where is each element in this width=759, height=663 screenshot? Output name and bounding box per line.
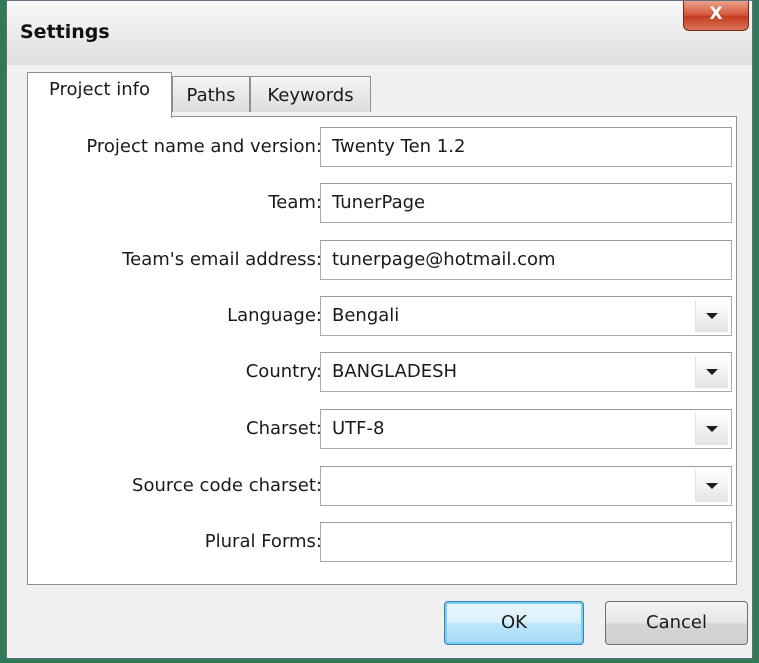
language-label: Language: (227, 305, 322, 326)
charset-value: UTF-8 (332, 418, 385, 439)
country-row: Country: BANGLADESH (28, 352, 736, 392)
title-bar[interactable]: Settings X (7, 1, 752, 65)
project-name-label: Project name and version: (86, 136, 322, 157)
team-row: Team: TunerPage (28, 183, 736, 223)
tab-label: Project info (48, 79, 151, 100)
country-select[interactable]: BANGLADESH (320, 352, 732, 392)
team-email-input[interactable]: tunerpage@hotmail.com (320, 240, 732, 280)
chevron-down-icon[interactable] (695, 470, 728, 502)
settings-dialog: Settings X Project info Paths Keywords P… (6, 0, 753, 659)
project-info-panel: Project name and version: Twenty Ten 1.2… (27, 116, 737, 585)
country-label: Country: (245, 361, 322, 382)
team-email-row: Team's email address: tunerpage@hotmail.… (28, 240, 736, 280)
plural-forms-label: Plural Forms: (204, 531, 322, 552)
close-button[interactable]: X (683, 1, 749, 31)
plural-forms-row: Plural Forms: (28, 522, 736, 562)
source-charset-label: Source code charset: (132, 475, 322, 496)
tab-label: Keywords (267, 85, 354, 106)
project-name-row: Project name and version: Twenty Ten 1.2 (28, 127, 736, 167)
team-input[interactable]: TunerPage (320, 183, 732, 223)
country-value: BANGLADESH (332, 361, 458, 382)
chevron-down-icon[interactable] (695, 413, 728, 445)
window-title: Settings (20, 21, 110, 43)
close-icon: X (709, 4, 723, 24)
chevron-down-icon[interactable] (695, 300, 728, 332)
cancel-button[interactable]: Cancel (605, 601, 748, 645)
charset-row: Charset: UTF-8 (28, 409, 736, 449)
project-name-input[interactable]: Twenty Ten 1.2 (320, 127, 732, 167)
source-charset-select[interactable] (320, 466, 732, 506)
language-row: Language: Bengali (28, 296, 736, 336)
team-label: Team: (268, 192, 322, 213)
tab-label: Paths (186, 85, 236, 106)
plural-forms-input[interactable] (320, 522, 732, 562)
source-charset-row: Source code charset: (28, 466, 736, 506)
charset-label: Charset: (246, 418, 322, 439)
tab-keywords[interactable]: Keywords (250, 76, 371, 112)
language-value: Bengali (332, 305, 400, 326)
language-select[interactable]: Bengali (320, 296, 732, 336)
ok-button[interactable]: OK (444, 601, 584, 645)
tab-paths[interactable]: Paths (172, 76, 250, 112)
chevron-down-icon[interactable] (695, 356, 728, 388)
charset-select[interactable]: UTF-8 (320, 409, 732, 449)
team-email-label: Team's email address: (122, 249, 322, 270)
tab-project-info[interactable]: Project info (27, 72, 172, 118)
